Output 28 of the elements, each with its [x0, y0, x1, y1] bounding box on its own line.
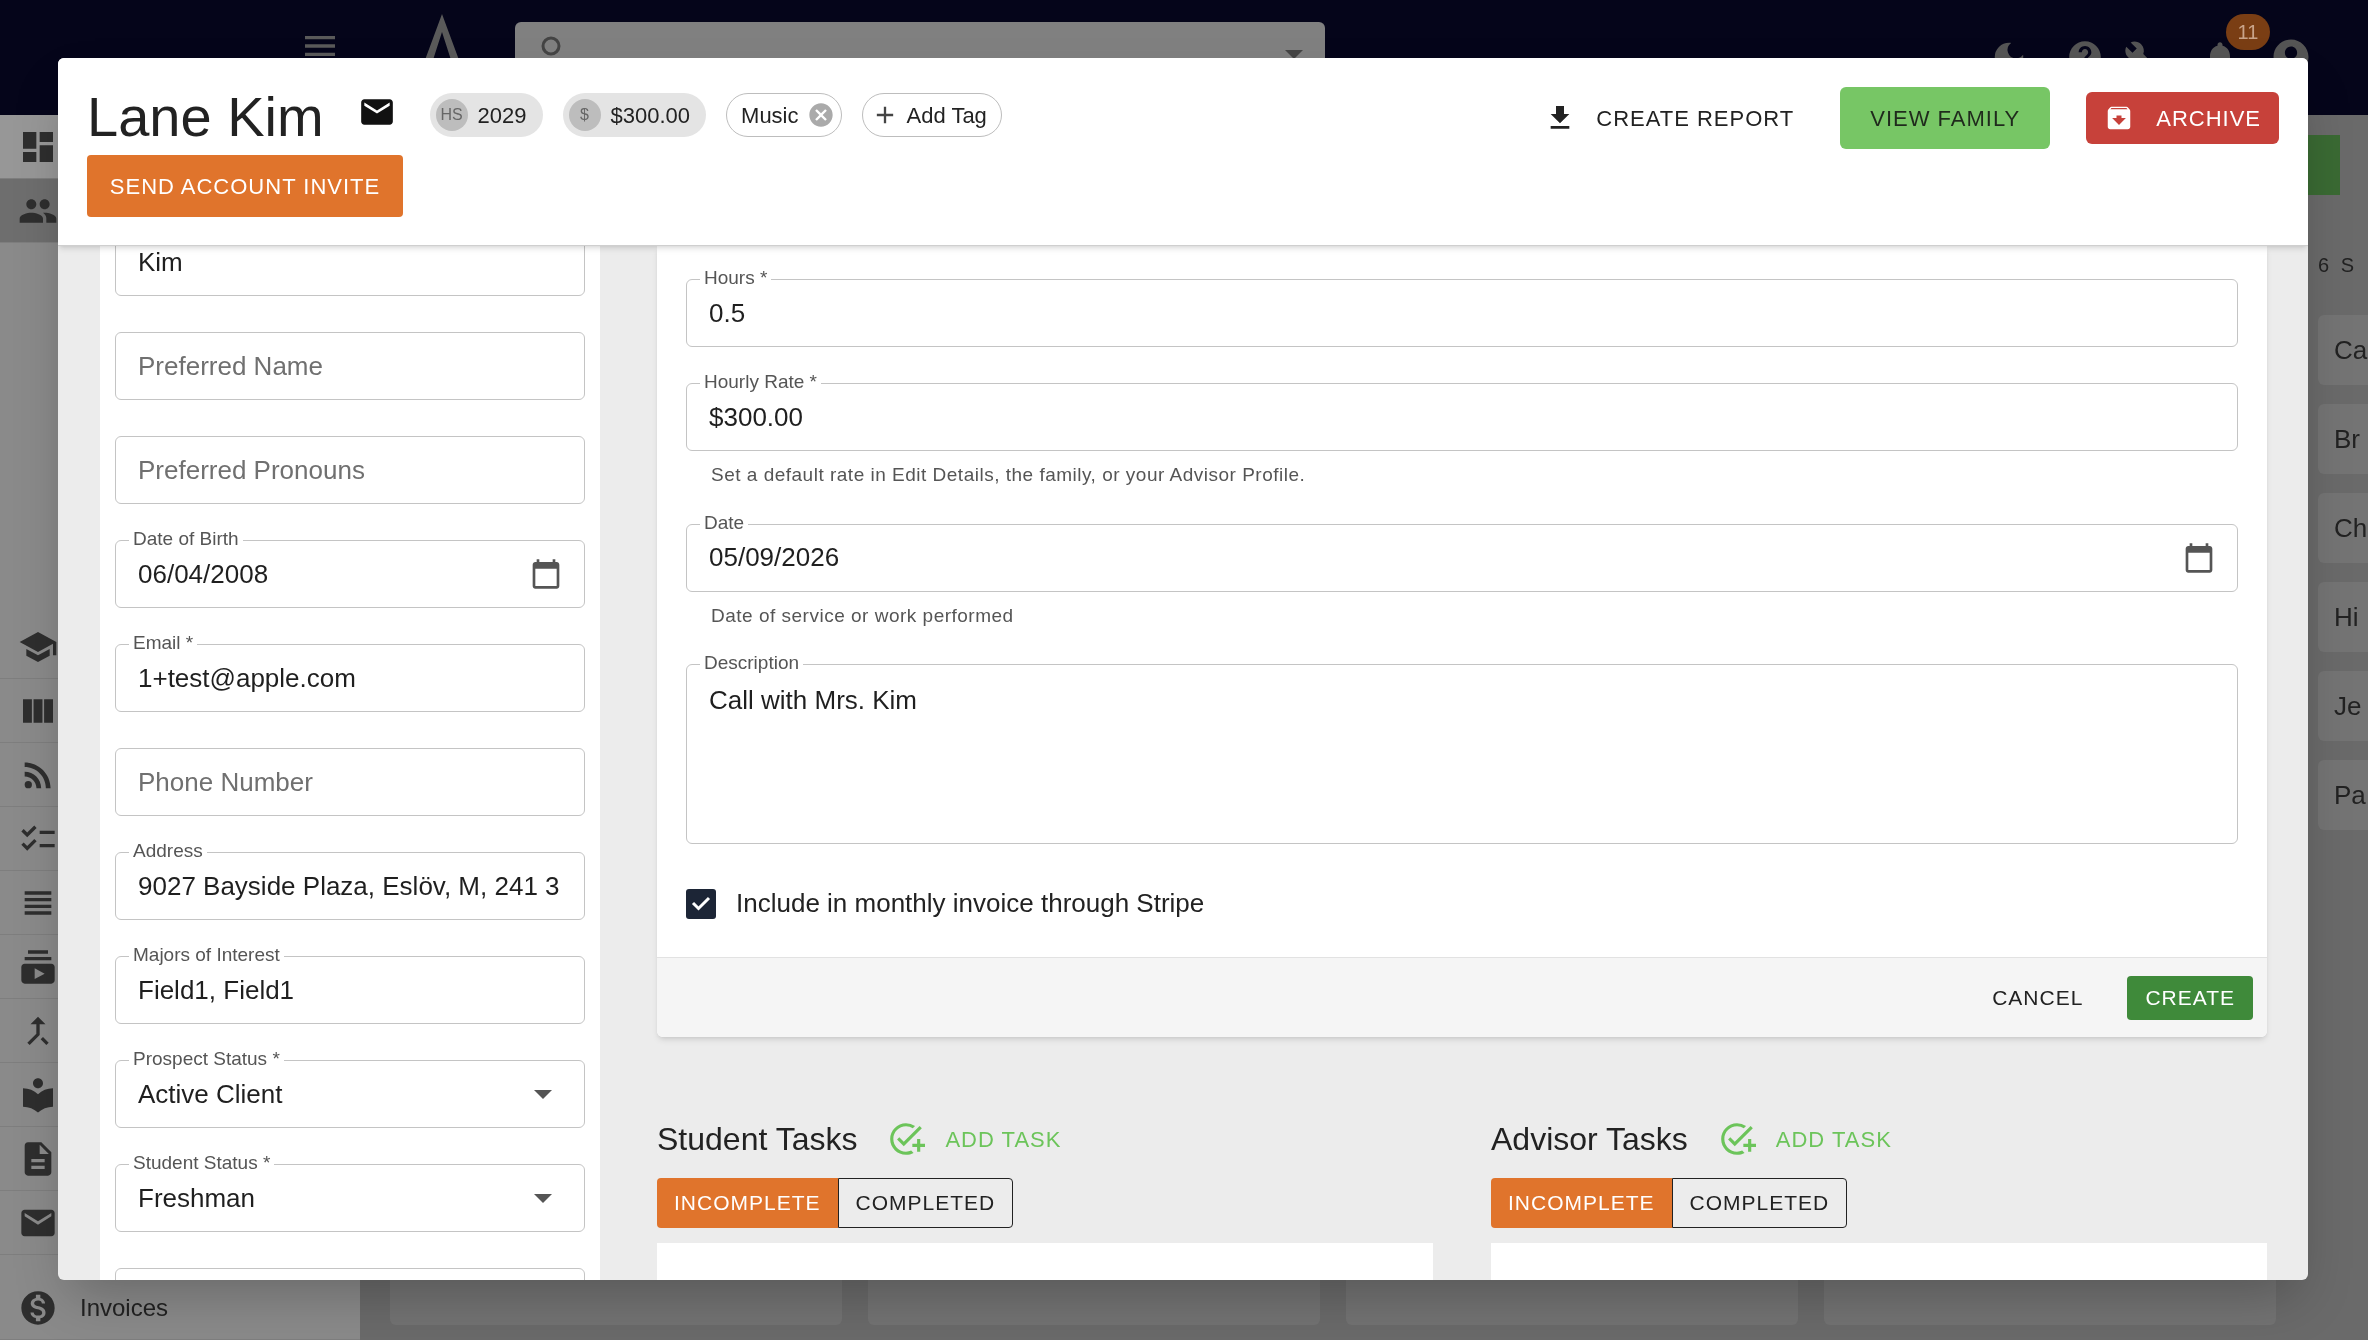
chip-label: 2029: [477, 101, 527, 130]
field-value: Kim: [138, 246, 183, 279]
field-value: 0.5: [709, 296, 746, 330]
field-value: 05/09/2026: [709, 541, 840, 574]
field-value: $300.00: [709, 400, 803, 434]
field-placeholder: Preferred Pronouns: [138, 453, 365, 487]
field-value: Field1, Field1: [138, 973, 295, 1007]
section-title: Advisor Tasks: [1491, 1120, 1688, 1159]
helper-text: Set a default rate in Edit Details, the family, or your Advisor Profile.: [711, 463, 1307, 487]
field-placeholder: Phone Number: [138, 765, 313, 799]
sidebar-label: Invoices: [80, 1292, 169, 1323]
field-value: 06/04/2008: [138, 557, 269, 591]
chip-label: Music: [741, 101, 799, 130]
chip-avatar: $: [568, 99, 601, 131]
chip-label: $300.00: [610, 101, 691, 130]
checkbox-label: Include in monthly invoice through Stripe: [736, 887, 1205, 920]
field-value: Active Client: [138, 1077, 283, 1111]
notification-badge: 11: [2226, 14, 2270, 50]
field-value: 1+test@apple.com: [138, 661, 356, 695]
field-placeholder: Preferred Name: [138, 349, 323, 383]
field-value: Call with Mrs. Kim: [709, 684, 917, 717]
section-title: Student Tasks: [657, 1120, 858, 1159]
list-heading: 6 S: [2318, 253, 2359, 278]
student-name: Lane Kim: [87, 84, 324, 150]
helper-text: Date of service or work performed: [711, 603, 1015, 628]
chip-avatar: HS: [435, 99, 468, 131]
field-value: 9027 Bayside Plaza, Eslöv, M, 241 3: [138, 869, 560, 903]
field-value: Freshman: [138, 1181, 256, 1215]
